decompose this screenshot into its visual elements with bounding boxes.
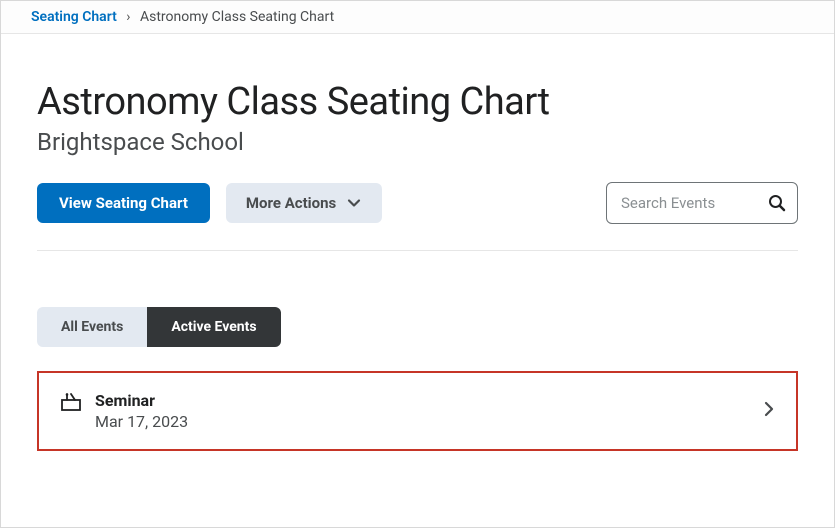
- event-card[interactable]: Seminar Mar 17, 2023: [37, 371, 798, 451]
- chevron-down-icon: [346, 195, 362, 211]
- tab-all-events[interactable]: All Events: [37, 307, 147, 347]
- event-title: Seminar: [95, 391, 764, 410]
- search-box[interactable]: [606, 182, 798, 224]
- breadcrumb-parent-link[interactable]: Seating Chart: [31, 9, 117, 25]
- view-seating-chart-button[interactable]: View Seating Chart: [37, 183, 210, 223]
- breadcrumb-current: Astronomy Class Seating Chart: [140, 9, 334, 25]
- search-input[interactable]: [621, 194, 767, 212]
- chevron-right-icon: [764, 401, 774, 421]
- more-actions-button[interactable]: More Actions: [226, 183, 382, 223]
- toolbar: View Seating Chart More Actions: [37, 182, 798, 224]
- seating-icon: [61, 393, 81, 415]
- tab-active-events[interactable]: Active Events: [147, 307, 280, 347]
- event-text: Seminar Mar 17, 2023: [95, 391, 764, 431]
- tabs: All Events Active Events: [37, 307, 798, 347]
- breadcrumb-separator: ›: [126, 9, 130, 25]
- page-title: Astronomy Class Seating Chart: [37, 80, 798, 124]
- search-icon: [767, 193, 787, 213]
- breadcrumb: Seating Chart › Astronomy Class Seating …: [1, 1, 834, 34]
- more-actions-label: More Actions: [246, 194, 336, 212]
- event-date: Mar 17, 2023: [95, 412, 764, 431]
- school-name: Brightspace School: [37, 128, 798, 156]
- divider: [37, 250, 798, 251]
